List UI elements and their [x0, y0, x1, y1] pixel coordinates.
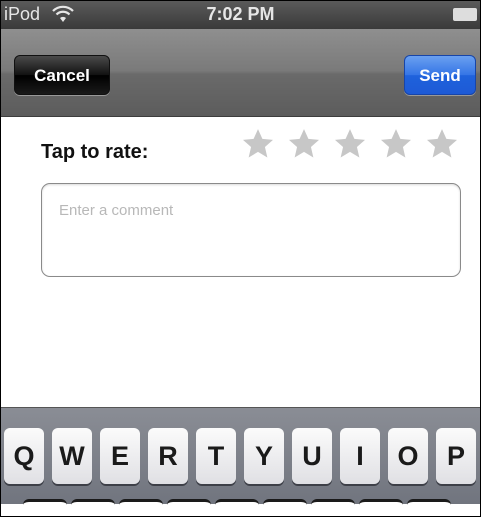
cancel-button[interactable]: Cancel — [14, 55, 110, 95]
key-partial — [23, 499, 67, 516]
key-partial — [359, 499, 403, 516]
comment-input[interactable]: Enter a comment — [41, 183, 461, 277]
star-icon-3[interactable] — [333, 127, 367, 161]
key-partial — [407, 499, 451, 516]
star-icon-1[interactable] — [241, 127, 275, 161]
key-partial — [71, 499, 115, 516]
key-q[interactable]: Q — [4, 428, 44, 484]
key-partial — [119, 499, 163, 516]
key-i[interactable]: I — [340, 428, 380, 484]
key-e[interactable]: E — [100, 428, 140, 484]
rating-label: Tap to rate: — [41, 141, 149, 163]
status-time: 7:02 PM — [206, 4, 275, 24]
nav-bar: Cancel Send — [1, 29, 480, 117]
app-screen: iPod 7:02 PM Cancel Send Tap to rate: En… — [0, 0, 481, 517]
key-partial — [311, 499, 355, 516]
keyboard: Q W E R T Y U I O P — [1, 407, 480, 516]
key-o[interactable]: O — [388, 428, 428, 484]
key-y[interactable]: Y — [244, 428, 284, 484]
key-p[interactable]: P — [436, 428, 476, 484]
comment-placeholder: Enter a comment — [59, 202, 174, 219]
key-partial — [167, 499, 211, 516]
send-button[interactable]: Send — [404, 55, 476, 95]
key-w[interactable]: W — [52, 428, 92, 484]
status-bar: iPod 7:02 PM — [1, 1, 480, 29]
star-icon-4[interactable] — [379, 127, 413, 161]
star-icon-2[interactable] — [287, 127, 321, 161]
battery-icon — [453, 8, 477, 21]
key-r[interactable]: R — [148, 428, 188, 484]
key-partial — [215, 499, 259, 516]
keyboard-row-2 — [1, 499, 480, 516]
key-t[interactable]: T — [196, 428, 236, 484]
star-icon-5[interactable] — [425, 127, 459, 161]
key-u[interactable]: U — [292, 428, 332, 484]
key-partial — [263, 499, 307, 516]
